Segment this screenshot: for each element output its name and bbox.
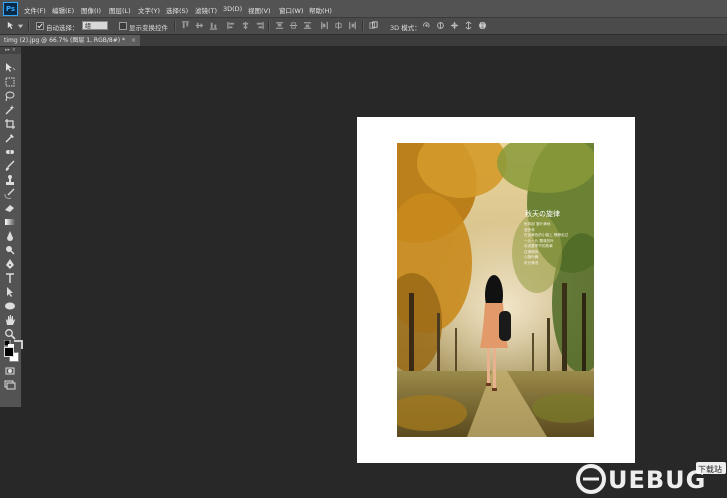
- crop-tool-icon[interactable]: [4, 118, 16, 130]
- clone-stamp-tool-icon[interactable]: [4, 174, 16, 186]
- align-left-icon[interactable]: [227, 21, 236, 30]
- document-tab[interactable]: timg (2).jpg @ 66.7% (图层 1, RGB/8#) * ×: [0, 35, 141, 46]
- dodge-tool-icon[interactable]: [4, 244, 16, 256]
- options-bar: 自动选择： 组 显示变换控件 3D 模式：: [0, 18, 727, 35]
- artwork-photo: 秋天の旋律 秋风起 落叶满地 漫步林 在金黄色的小路上 静静走过 一片一片 飘落…: [397, 143, 594, 437]
- pen-tool-icon[interactable]: [4, 258, 16, 270]
- toolbox-header[interactable]: ▸▸ ×: [0, 47, 21, 54]
- menu-3d[interactable]: 3D(D): [223, 5, 242, 13]
- poem-line: 在金黄色的小路上 静静走过: [524, 233, 569, 237]
- separator: [362, 21, 364, 31]
- separator: [268, 21, 270, 31]
- uebug-watermark-logo: UEBUG 下载站: [574, 459, 727, 496]
- separator: [174, 21, 176, 31]
- screen-mode-icon[interactable]: [4, 379, 16, 391]
- show-transform-label: 显示变换控件: [129, 24, 168, 32]
- 3d-roll-icon[interactable]: [436, 21, 445, 30]
- blur-tool-icon[interactable]: [4, 230, 16, 242]
- menu-layer[interactable]: 图层(L): [109, 5, 131, 15]
- menu-filter[interactable]: 滤镜(T): [195, 5, 217, 15]
- distribute-left-icon[interactable]: [320, 21, 329, 30]
- gradient-tool-icon[interactable]: [4, 216, 16, 228]
- healing-brush-tool-icon[interactable]: [4, 146, 16, 158]
- type-tool-icon[interactable]: [4, 272, 16, 284]
- eraser-tool-icon[interactable]: [4, 202, 16, 214]
- 3d-mode-label: 3D 模式：: [390, 24, 421, 32]
- auto-select-dropdown[interactable]: 组: [82, 21, 108, 30]
- distribute-bottom-icon[interactable]: [303, 21, 312, 30]
- path-selection-tool-icon[interactable]: [4, 286, 16, 298]
- hand-tool-icon[interactable]: [4, 314, 16, 326]
- auto-select-checkbox[interactable]: [36, 22, 44, 30]
- artwork-title: 秋天の旋律: [525, 210, 560, 218]
- poem-line: 时光清浅: [524, 260, 539, 265]
- eyedropper-tool-icon[interactable]: [4, 132, 16, 144]
- artwork-poem: 秋风起 落叶满地 漫步林 在金黄色的小路上 静静走过 一片一片 飘落的叶 诉说着…: [524, 222, 568, 266]
- auto-select-label: 自动选择：: [46, 24, 79, 32]
- menu-bar: Ps 文件(F) 编辑(E) 图像(I) 图层(L) 文字(Y) 选择(S) 滤…: [0, 0, 727, 18]
- distribute-vcenter-icon[interactable]: [289, 21, 298, 30]
- default-colors-icon[interactable]: [4, 340, 14, 350]
- align-bottom-icon[interactable]: [209, 21, 218, 30]
- separator: [28, 21, 30, 31]
- menu-image[interactable]: 图像(I): [81, 5, 101, 15]
- document-tab-title: timg (2).jpg @ 66.7% (图层 1, RGB/8#) *: [4, 37, 125, 44]
- 3d-scale-icon[interactable]: [478, 21, 487, 30]
- magic-wand-tool-icon[interactable]: [4, 104, 16, 116]
- document-canvas[interactable]: 秋天の旋律 秋风起 落叶满地 漫步林 在金黄色的小路上 静静走过 一片一片 飘落…: [357, 117, 635, 463]
- shape-tool-icon[interactable]: [4, 300, 16, 312]
- document-tab-bar: timg (2).jpg @ 66.7% (图层 1, RGB/8#) * ×: [0, 35, 727, 46]
- quick-mask-icon[interactable]: [4, 365, 16, 377]
- foreground-color-swatch[interactable]: [4, 347, 14, 357]
- menu-select[interactable]: 选择(S): [166, 5, 188, 15]
- distribute-hcenter-icon[interactable]: [334, 21, 343, 30]
- align-right-icon[interactable]: [255, 21, 264, 30]
- marquee-tool-icon[interactable]: [4, 76, 16, 88]
- auto-select-value: 组: [85, 23, 92, 30]
- auto-align-layers-icon[interactable]: [369, 21, 378, 30]
- brush-tool-icon[interactable]: [4, 160, 16, 172]
- move-tool-icon[interactable]: [4, 62, 16, 74]
- align-vcenter-icon[interactable]: [195, 21, 204, 30]
- align-hcenter-icon[interactable]: [241, 21, 250, 30]
- align-top-icon[interactable]: [181, 21, 190, 30]
- lasso-tool-icon[interactable]: [4, 90, 16, 102]
- menu-help[interactable]: 帮助(H): [309, 5, 332, 15]
- toolbox-panel: ▸▸ ×: [0, 47, 23, 407]
- close-tab-icon[interactable]: ×: [131, 37, 136, 44]
- 3d-pan-icon[interactable]: [450, 21, 459, 30]
- watermark-text: UEBUG: [608, 466, 707, 494]
- menu-edit[interactable]: 编辑(E): [52, 5, 74, 15]
- tool-preset-dropdown-icon[interactable]: [16, 21, 24, 30]
- menu-view[interactable]: 视图(V): [248, 5, 271, 15]
- watermark-subtext: 下载站: [698, 465, 722, 474]
- menu-window[interactable]: 窗口(W): [279, 5, 304, 15]
- show-transform-checkbox[interactable]: [119, 22, 127, 30]
- move-tool-icon[interactable]: [6, 21, 15, 30]
- swap-colors-icon[interactable]: [12, 339, 23, 349]
- distribute-right-icon[interactable]: [348, 21, 357, 30]
- autumn-forest-photo: [397, 143, 594, 437]
- history-brush-tool-icon[interactable]: [4, 188, 16, 200]
- 3d-slide-icon[interactable]: [464, 21, 473, 30]
- distribute-top-icon[interactable]: [275, 21, 284, 30]
- menu-type[interactable]: 文字(Y): [138, 5, 160, 15]
- photoshop-logo-icon: Ps: [3, 2, 18, 16]
- 3d-rotate-icon[interactable]: [422, 21, 431, 30]
- menu-file[interactable]: 文件(F): [24, 5, 46, 15]
